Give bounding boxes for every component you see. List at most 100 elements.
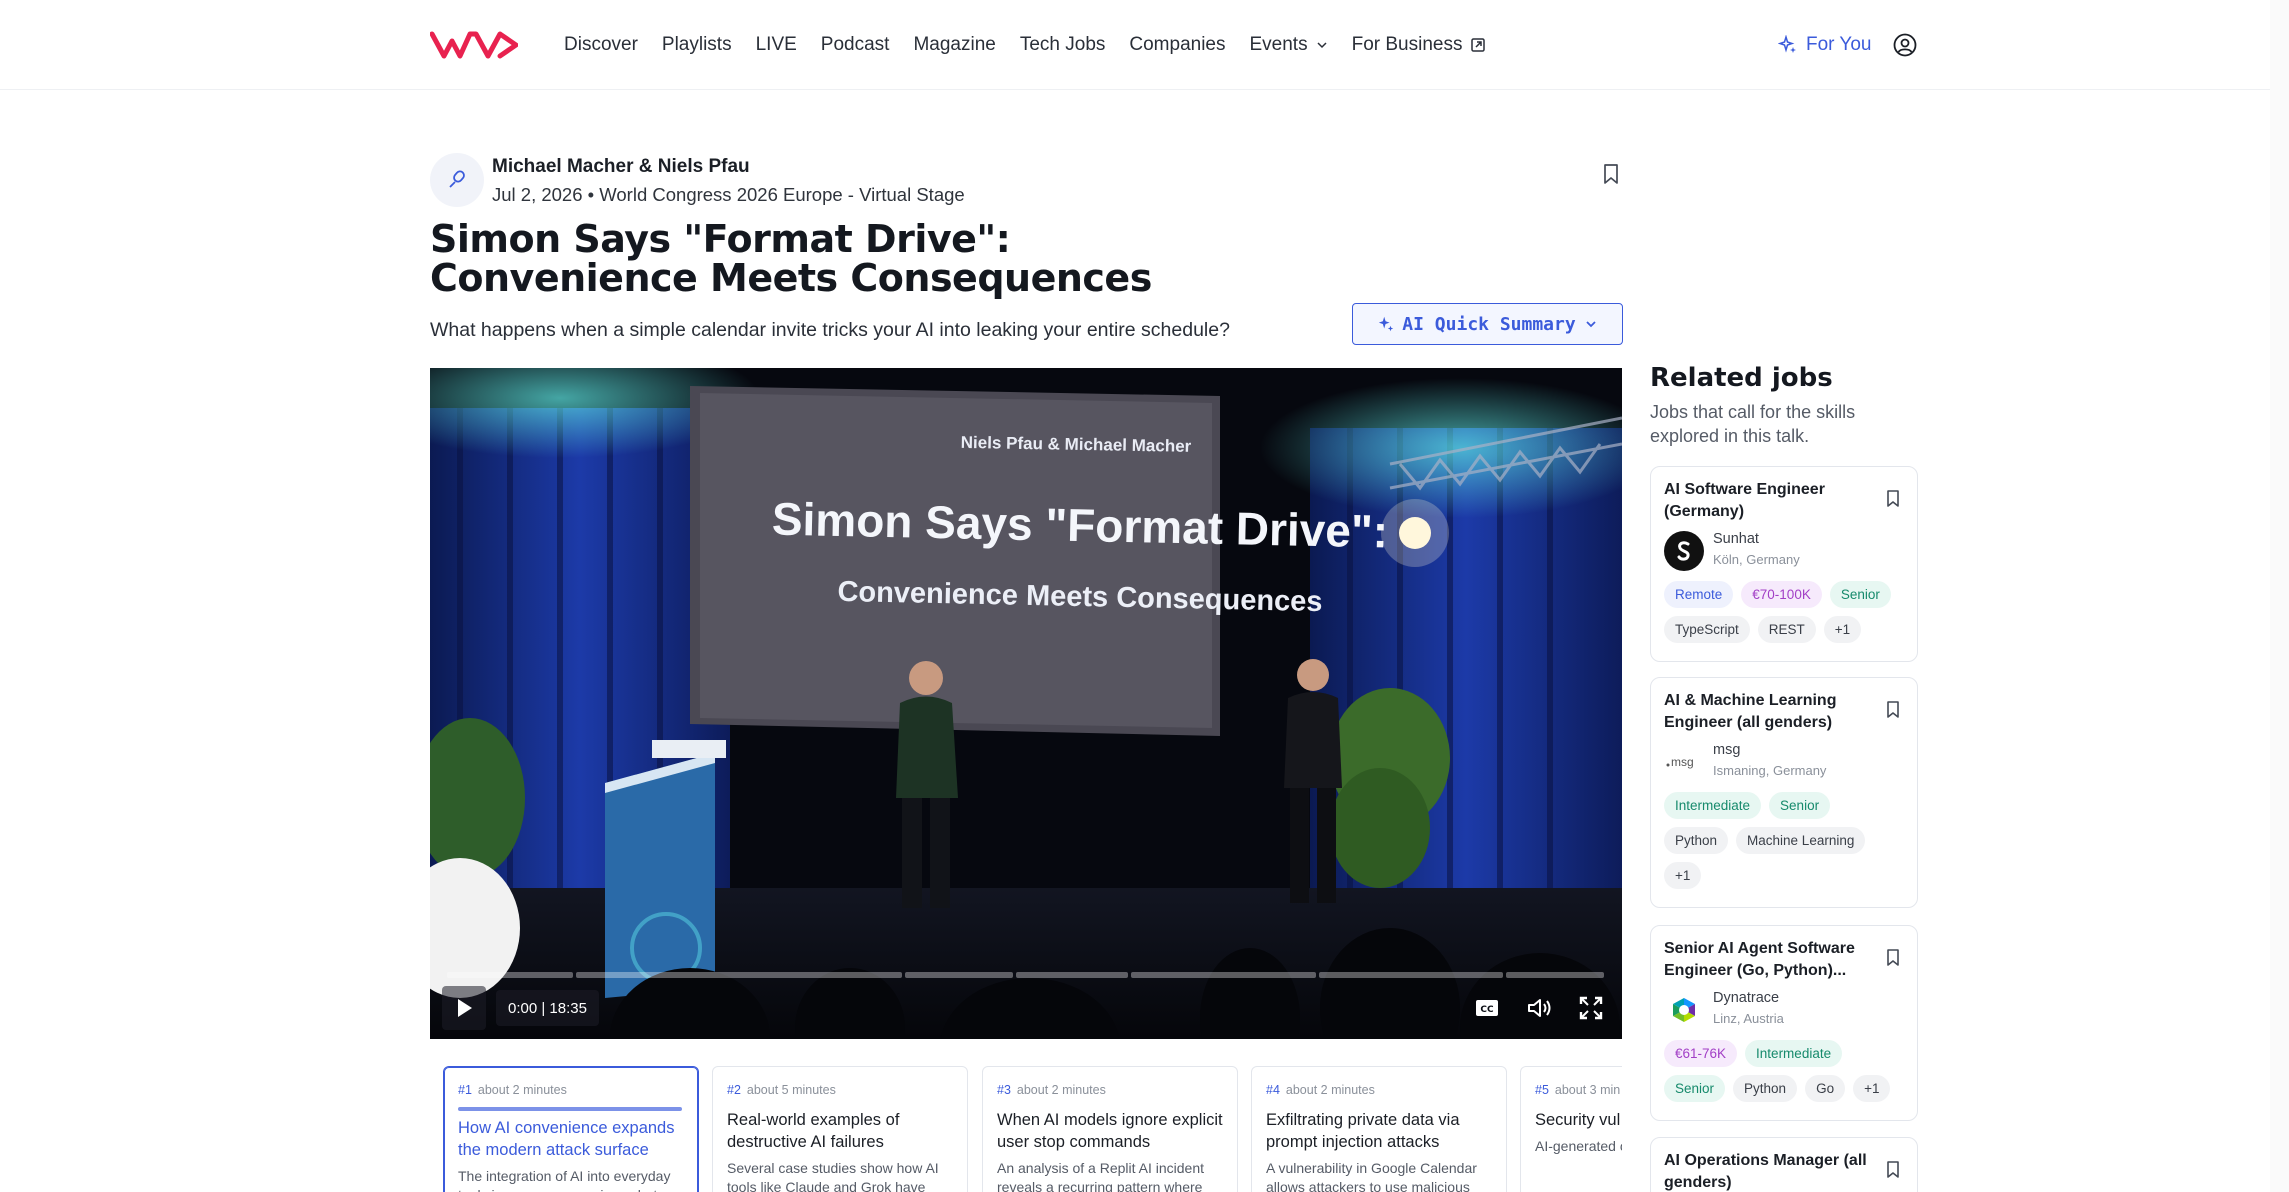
job-tag: +1 (1823, 616, 1862, 643)
nav-item-label: Events (1249, 34, 1308, 55)
page-scrollbar[interactable] (2270, 0, 2289, 1192)
bookmark-icon[interactable] (1885, 700, 1901, 719)
job-title[interactable]: Senior AI Agent Software Engineer (Go, P… (1664, 938, 1874, 982)
user-account-icon[interactable] (1893, 33, 1917, 57)
speaker-names[interactable]: Michael Macher & Niels Pfau (492, 156, 750, 178)
captions-icon[interactable]: CC (1473, 994, 1501, 1022)
for-you-link[interactable]: For You (1778, 30, 1872, 60)
volume-icon[interactable] (1525, 994, 1553, 1022)
nav-item-discover[interactable]: Discover (564, 34, 638, 56)
nav-item-podcast[interactable]: Podcast (821, 34, 890, 56)
chapter-duration: about 3 min (1554, 1083, 1621, 1097)
job-card[interactable]: Senior AI Agent Software Engineer (Go, P… (1650, 925, 1918, 1121)
related-jobs-title: Related jobs (1650, 363, 1833, 393)
sparkle-icon (1379, 316, 1394, 332)
job-location: Linz, Austria (1713, 1011, 1784, 1026)
progress-segment[interactable] (575, 972, 903, 978)
video-progress-bar[interactable] (447, 972, 1607, 978)
job-title[interactable]: AI Operations Manager (all genders) (1664, 1150, 1874, 1192)
job-tag: +1 (1664, 862, 1702, 889)
nav-item-label: LIVE (755, 34, 797, 55)
progress-segment[interactable] (905, 972, 1014, 978)
play-icon (458, 999, 472, 1017)
job-title[interactable]: AI & Machine Learning Engineer (all gend… (1664, 690, 1874, 734)
wearedevelopers-logo[interactable] (430, 30, 518, 60)
job-tags: Intermediate Senior Python Machine Learning… (1664, 792, 1904, 897)
progress-segment[interactable] (1506, 972, 1605, 978)
job-tag: Senior (1664, 1075, 1726, 1102)
bookmark-icon[interactable] (1885, 489, 1901, 508)
chapter-number: #4 (1266, 1083, 1280, 1097)
talk-date-and-stage: Jul 2, 2026 • World Congress 2026 Europe… (492, 184, 965, 205)
job-card[interactable]: AI Software Engineer (Germany) Sunhat Köln… (1650, 466, 1918, 662)
chapter-title: Security vul generated a (1535, 1111, 1622, 1129)
chapter-number: #5 (1535, 1083, 1549, 1097)
chapter-card[interactable]: #4 about 2 minutes Exfiltrating private da… (1251, 1066, 1507, 1192)
chapter-header: #4 about 2 minutes (1266, 1081, 1492, 1099)
chapter-list: #1 about 2 minutes How AI convenience expa… (430, 1052, 1622, 1192)
sunhat-logo-icon (1677, 541, 1690, 561)
progress-segment[interactable] (1130, 972, 1316, 978)
chapter-card[interactable]: #3 about 2 minutes When AI models ignore e… (982, 1066, 1238, 1192)
company-logo: msg (1664, 742, 1704, 782)
external-link-icon (1471, 38, 1486, 52)
bookmark-icon[interactable] (1885, 948, 1901, 967)
chevron-down-icon (1317, 42, 1327, 49)
svg-text:CC: CC (1480, 1005, 1494, 1015)
nav-item-for-business[interactable]: For Business (1352, 34, 1487, 56)
nav-item-companies[interactable]: Companies (1129, 34, 1225, 56)
chapter-card[interactable]: #2 about 5 minutes Real-world examples of … (712, 1066, 968, 1192)
chapter-header: #2 about 5 minutes (727, 1081, 953, 1099)
job-tag: Go (1805, 1075, 1846, 1102)
company-logo (1664, 531, 1704, 571)
nav-item-playlists[interactable]: Playlists (662, 34, 732, 56)
progress-segment[interactable] (1016, 972, 1128, 978)
job-tag: €61-76K (1664, 1040, 1738, 1067)
chapter-header: #3 about 2 minutes (997, 1081, 1223, 1099)
nav-item-live[interactable]: LIVE (756, 34, 797, 56)
nav-item-magazine[interactable]: Magazine (913, 34, 995, 56)
talk-title-line-1: Simon Says "Format Drive": (430, 217, 1011, 261)
job-tag: Intermediate (1745, 1040, 1843, 1067)
job-tag: Remote (1664, 581, 1734, 608)
company-name[interactable]: Dynatrace (1713, 990, 1784, 1006)
nav-item-events[interactable]: Events (1250, 34, 1328, 56)
chapter-card[interactable]: #1 about 2 minutes How AI convenience expa… (443, 1066, 699, 1192)
chapter-title: How AI convenience expands the modern at… (458, 1119, 675, 1159)
nav-item-tech-jobs[interactable]: Tech Jobs (1020, 34, 1106, 56)
nav-item-label: Podcast (820, 34, 890, 55)
chapter-description: Several case studies show how AI tools l… (727, 1160, 939, 1192)
chapter-card[interactable]: #5 about 3 min Security vul generated a AI-… (1520, 1066, 1622, 1192)
speaker-avatar[interactable] (430, 153, 484, 207)
job-card[interactable]: AI & Machine Learning Engineer (all gend… (1650, 677, 1918, 908)
chapter-title: When AI models ignore explicit user stop… (997, 1111, 1223, 1151)
company-name[interactable]: msg (1713, 742, 1826, 758)
ai-quick-summary-label: AI Quick Summary (1402, 313, 1576, 335)
company-row: msg msg Ismaning, Germany (1664, 742, 1904, 782)
chapter-description: A vulnerability in Google Calendar allow… (1266, 1160, 1477, 1192)
sparkle-icon (1778, 35, 1796, 53)
bookmark-icon[interactable] (1601, 163, 1621, 185)
progress-segment[interactable] (447, 972, 573, 978)
job-tag: +1 (1853, 1075, 1891, 1102)
chapter-number: #2 (727, 1083, 741, 1097)
job-tag: Intermediate (1664, 792, 1762, 819)
progress-segment[interactable] (1319, 972, 1504, 978)
chapter-number: #3 (997, 1083, 1011, 1097)
video-time: 0:00 | 18:35 (496, 990, 599, 1026)
company-name[interactable]: Sunhat (1713, 531, 1800, 547)
job-card[interactable]: AI Operations Manager (all genders) (1650, 1137, 1918, 1192)
job-tag: Machine Learning (1736, 827, 1866, 854)
job-title[interactable]: AI Software Engineer (Germany) (1664, 479, 1874, 523)
ai-quick-summary-button[interactable]: AI Quick Summary (1352, 303, 1623, 345)
chapter-duration: about 5 minutes (746, 1083, 836, 1097)
nav-item-label: For Business (1351, 34, 1463, 55)
stage-photo (430, 368, 1622, 1039)
main-nav: Discover Playlists LIVE Podcast Magazine Tech… (564, 0, 1510, 90)
video-player[interactable]: Niels Pfau & Michael Macher Simon Says "… (430, 368, 1622, 1039)
chevron-down-icon (1586, 321, 1596, 328)
play-button[interactable] (442, 986, 486, 1030)
for-you-label: For You (1806, 34, 1872, 55)
fullscreen-icon[interactable] (1577, 994, 1605, 1022)
bookmark-icon[interactable] (1885, 1160, 1901, 1179)
